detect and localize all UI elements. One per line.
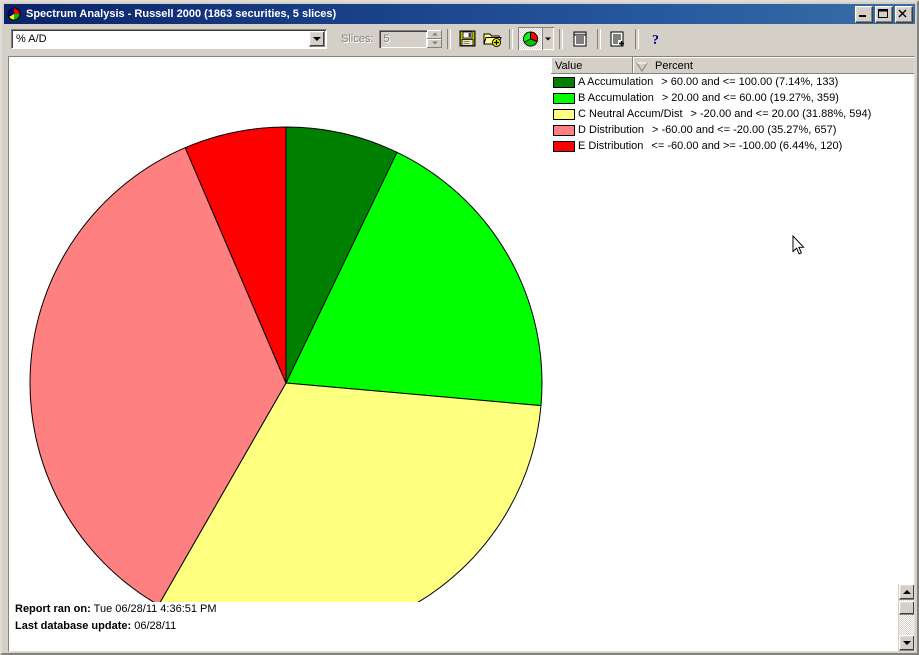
slices-label: Slices:	[341, 32, 374, 45]
legend-rows: A Accumulation > 60.00 and <= 100.00 (7.1…	[551, 74, 914, 154]
open-folder-add-icon	[483, 33, 502, 47]
open-button[interactable]	[480, 27, 504, 50]
legend-row[interactable]: A Accumulation > 60.00 and <= 100.00 (7.1…	[551, 74, 914, 90]
db-update-label: Last database update:	[15, 620, 132, 632]
minimize-button[interactable]	[855, 5, 873, 23]
db-update-line: Last database update: 06/28/11	[15, 618, 217, 635]
toolbar-separator	[509, 28, 514, 49]
legend-row-percent: > 60.00 and <= 100.00 (7.14%, 133)	[661, 76, 839, 88]
legend-row[interactable]: D Distribution > -60.00 and <= -20.00 (35…	[551, 122, 914, 138]
legend-column-value[interactable]: Value	[551, 57, 633, 74]
report-ran-value: Tue 06/28/11 4:36:51 PM	[93, 603, 217, 615]
legend-row-value: A Accumulation	[578, 76, 654, 88]
sort-descending-icon	[635, 61, 649, 72]
pie-chart-view-button[interactable]	[518, 27, 543, 50]
report-ran-label: Report ran on:	[15, 603, 91, 615]
legend-panel: Value Percent A Accumulation > 60.00 and …	[551, 57, 914, 154]
db-update-value: 06/28/11	[134, 620, 177, 632]
report-footer: Report ran on: Tue 06/28/11 4:36:51 PM L…	[15, 601, 217, 635]
legend-row-percent: <= -60.00 and >= -100.00 (6.44%, 120)	[651, 140, 843, 152]
legend-row-percent: > -20.00 and <= 20.00 (31.88%, 594)	[690, 108, 872, 120]
vertical-scrollbar[interactable]	[898, 584, 914, 651]
legend-row-percent: > 20.00 and <= 60.00 (19.27%, 359)	[661, 92, 839, 104]
slices-input[interactable]: 5	[379, 29, 428, 48]
floppy-disk-icon	[459, 30, 476, 47]
report-ran-line: Report ran on: Tue 06/28/11 4:36:51 PM	[15, 601, 217, 618]
detail-report-button[interactable]	[606, 27, 630, 50]
legend-color-swatch	[553, 76, 575, 88]
question-mark-icon: ?	[652, 33, 659, 47]
list-report-icon	[573, 31, 587, 46]
toolbar-separator	[597, 28, 602, 49]
report-client-area: Value Percent A Accumulation > 60.00 and …	[8, 56, 915, 652]
chevron-down-icon[interactable]	[309, 30, 325, 47]
legend-row-value: E Distribution	[578, 140, 644, 152]
metric-select[interactable]: % A/D	[11, 28, 327, 49]
legend-header: Value Percent	[551, 57, 914, 74]
legend-color-swatch	[553, 124, 575, 136]
chart-type-dropdown[interactable]	[542, 27, 555, 50]
pie-chart-icon	[6, 6, 22, 22]
window-title: Spectrum Analysis - Russell 2000 (1863 s…	[26, 8, 337, 20]
close-button[interactable]	[895, 5, 913, 23]
pie-chart-icon	[522, 31, 538, 47]
toolbar-separator	[559, 28, 564, 49]
legend-row-value: B Accumulation	[578, 92, 654, 104]
legend-color-swatch	[553, 140, 575, 152]
maximize-button[interactable]	[875, 5, 893, 23]
slices-value: 5	[383, 32, 390, 45]
svg-text:?: ?	[652, 33, 659, 47]
report-view-button[interactable]	[568, 27, 592, 50]
scrollbar-thumb[interactable]	[899, 601, 914, 615]
pie-chart[interactable]	[24, 72, 554, 602]
help-button[interactable]: ?	[644, 27, 668, 50]
legend-row-value: D Distribution	[578, 124, 645, 136]
legend-column-percent[interactable]: Percent	[633, 57, 914, 74]
legend-column-percent-label: Percent	[655, 59, 693, 72]
metric-select-value: % A/D	[16, 32, 47, 45]
title-bar[interactable]: Spectrum Analysis - Russell 2000 (1863 s…	[4, 4, 915, 24]
legend-row[interactable]: E Distribution <= -60.00 and >= -100.00 (…	[551, 138, 914, 154]
legend-row[interactable]: C Neutral Accum/Dist > -20.00 and <= 20.0…	[551, 106, 914, 122]
toolbar-separator	[635, 28, 640, 49]
scroll-up-button[interactable]	[899, 584, 914, 600]
save-button[interactable]	[456, 27, 480, 50]
legend-color-swatch	[553, 108, 575, 120]
slices-stepper[interactable]	[427, 29, 443, 48]
scroll-down-button[interactable]	[899, 635, 914, 651]
slices-decrement-button[interactable]	[427, 38, 443, 48]
toolbar-separator	[447, 28, 452, 49]
toolbar: % A/D Slices: 5 ?	[4, 25, 915, 52]
legend-column-value-label: Value	[555, 59, 583, 72]
spectrum-analysis-window: Spectrum Analysis - Russell 2000 (1863 s…	[0, 0, 919, 655]
legend-row[interactable]: B Accumulation > 20.00 and <= 60.00 (19.2…	[551, 90, 914, 106]
slices-increment-button[interactable]	[427, 29, 443, 39]
detail-report-icon	[610, 31, 625, 46]
legend-color-swatch	[553, 92, 575, 104]
legend-row-value: C Neutral Accum/Dist	[578, 108, 683, 120]
legend-row-percent: > -60.00 and <= -20.00 (35.27%, 657)	[652, 124, 837, 136]
